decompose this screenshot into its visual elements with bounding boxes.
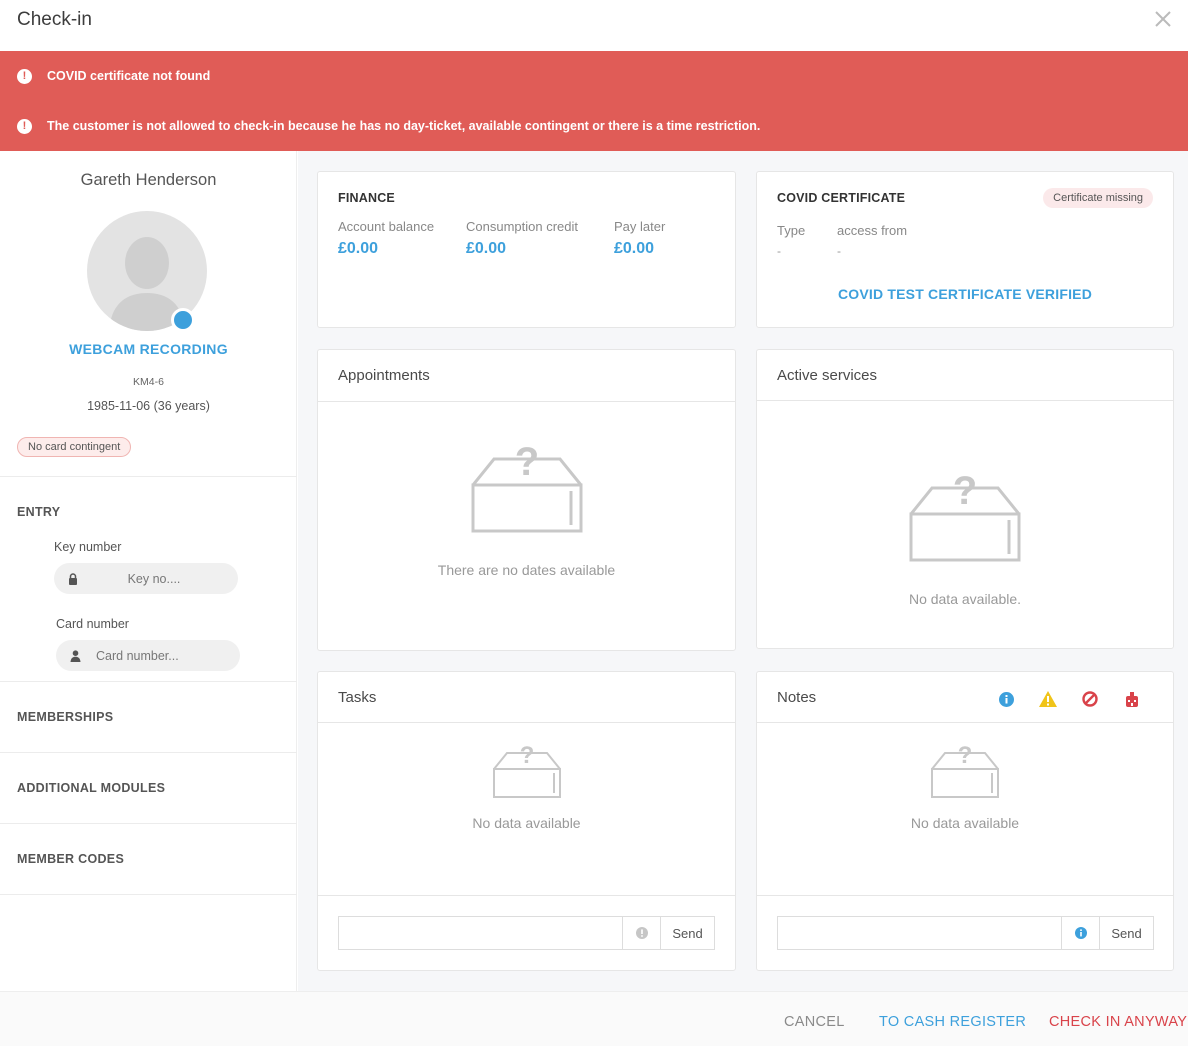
- divider: [318, 401, 735, 402]
- info-icon[interactable]: [985, 689, 1027, 709]
- exclamation-icon: !: [17, 118, 32, 134]
- empty-box-icon: ?: [931, 742, 999, 798]
- svg-text:?: ?: [520, 742, 535, 769]
- status-dot: [171, 308, 195, 332]
- finance-card: FINANCE Account balance £0.00 Consumptio…: [317, 171, 736, 328]
- exclamation-icon: !: [17, 68, 32, 84]
- note-send-button[interactable]: Send: [1099, 917, 1153, 949]
- divider: [0, 476, 297, 477]
- card-number-label: Card number: [56, 617, 129, 631]
- account-balance-label: Account balance: [338, 219, 435, 234]
- appointments-empty-text: There are no dates available: [437, 562, 616, 578]
- customer-name: Gareth Henderson: [80, 171, 217, 189]
- pay-later-label: Pay later: [614, 219, 666, 234]
- note-type-icons: [985, 689, 1153, 709]
- notes-empty-text: No data available: [910, 815, 1020, 831]
- dialog-header: Check-in: [0, 0, 1188, 51]
- customer-dob: 1985-11-06 (36 years): [87, 399, 210, 413]
- task-send-button[interactable]: Send: [660, 917, 714, 949]
- section-additional-modules[interactable]: ADDITIONAL MODULES: [17, 781, 165, 795]
- covid-access-label: access from: [837, 223, 908, 238]
- empty-box-icon: ?: [493, 742, 561, 798]
- covid-test-verified-link[interactable]: COVID TEST CERTIFICATE VERIFIED: [757, 286, 1173, 302]
- notes-card: Notes ? No data available Send: [756, 671, 1174, 971]
- card-number-field[interactable]: [56, 640, 240, 671]
- divider: [0, 823, 297, 824]
- divider: [0, 681, 297, 682]
- divider: [0, 894, 297, 895]
- section-member-codes[interactable]: MEMBER CODES: [17, 852, 124, 866]
- card-number-input[interactable]: [96, 648, 216, 663]
- active-services-card: Active services ? No data available.: [756, 349, 1174, 649]
- lock-icon: [58, 572, 88, 585]
- close-icon[interactable]: [1152, 8, 1174, 30]
- tasks-title: Tasks: [338, 689, 377, 706]
- divider: [318, 895, 735, 896]
- covid-card: COVID CERTIFICATE Certificate missing Ty…: [756, 171, 1174, 328]
- task-input-group: Send: [338, 916, 715, 950]
- dialog-title: Check-in: [17, 9, 92, 30]
- account-balance-value: £0.00: [338, 240, 379, 257]
- consumption-credit-value: £0.00: [466, 240, 507, 257]
- dialog-footer: CANCEL TO CASH REGISTER CHECK IN ANYWAY: [0, 991, 1188, 1046]
- appointments-card: Appointments ? There are no dates availa…: [317, 349, 736, 651]
- key-number-label: Key number: [54, 540, 122, 554]
- active-services-empty-text: No data available.: [908, 591, 1022, 607]
- svg-text:?: ?: [515, 440, 539, 484]
- info-icon[interactable]: [1061, 917, 1099, 949]
- user-icon: [60, 649, 90, 662]
- tasks-card: Tasks ? No data available Send: [317, 671, 736, 971]
- divider: [757, 400, 1173, 401]
- key-number-input[interactable]: [94, 571, 214, 586]
- contingent-badge: No card contingent: [17, 437, 132, 457]
- covid-title: COVID CERTIFICATE: [777, 191, 906, 205]
- active-services-title: Active services: [777, 367, 878, 384]
- svg-text:?: ?: [958, 742, 973, 769]
- covid-type-label: Type: [777, 223, 806, 238]
- alert-text: COVID certificate not found: [47, 69, 211, 83]
- appointments-title: Appointments: [338, 367, 430, 384]
- covid-type-value: -: [777, 244, 781, 258]
- certificate-status-badge: Certificate missing: [1043, 188, 1153, 208]
- check-in-anyway-button[interactable]: CHECK IN ANYWAY: [1049, 1014, 1187, 1030]
- cancel-button[interactable]: CANCEL: [784, 1014, 845, 1030]
- task-input[interactable]: [339, 917, 622, 949]
- main-panel: FINANCE Account balance £0.00 Consumptio…: [298, 151, 1188, 991]
- divider: [757, 895, 1173, 896]
- notes-title: Notes: [777, 689, 817, 706]
- finance-title: FINANCE: [338, 191, 395, 205]
- covid-access-value: -: [837, 244, 841, 258]
- divider: [318, 722, 735, 723]
- alert-banner: ! COVID certificate not found ! The cust…: [0, 51, 1188, 151]
- customer-sidebar: Gareth Henderson WEBCAM RECORDING KM4-6 …: [0, 151, 297, 991]
- divider: [0, 752, 297, 753]
- tasks-empty-text: No data available: [472, 815, 581, 831]
- entry-title: ENTRY: [17, 505, 61, 519]
- note-input-group: Send: [777, 916, 1154, 950]
- pay-later-value: £0.00: [614, 240, 655, 257]
- empty-box-icon: ?: [909, 469, 1021, 562]
- empty-box-icon: ?: [471, 440, 583, 533]
- svg-text:?: ?: [953, 469, 977, 513]
- key-number-field[interactable]: [54, 563, 238, 594]
- consumption-credit-label: Consumption credit: [466, 219, 578, 234]
- webcam-recording-link[interactable]: WEBCAM RECORDING: [0, 341, 297, 357]
- alarm-icon[interactable]: [1111, 689, 1153, 709]
- warning-icon[interactable]: [1027, 689, 1069, 709]
- info-icon[interactable]: [622, 917, 660, 949]
- alert-text: The customer is not allowed to check-in …: [47, 119, 761, 133]
- to-cash-register-button[interactable]: TO CASH REGISTER: [879, 1014, 1026, 1030]
- section-memberships[interactable]: MEMBERSHIPS: [17, 710, 113, 724]
- divider: [757, 722, 1173, 723]
- note-input[interactable]: [778, 917, 1061, 949]
- customer-id: KM4-6: [133, 376, 164, 388]
- alert-checkin-denied: ! The customer is not allowed to check-i…: [17, 116, 760, 136]
- alert-covid: ! COVID certificate not found: [17, 66, 210, 86]
- ban-icon[interactable]: [1069, 689, 1111, 709]
